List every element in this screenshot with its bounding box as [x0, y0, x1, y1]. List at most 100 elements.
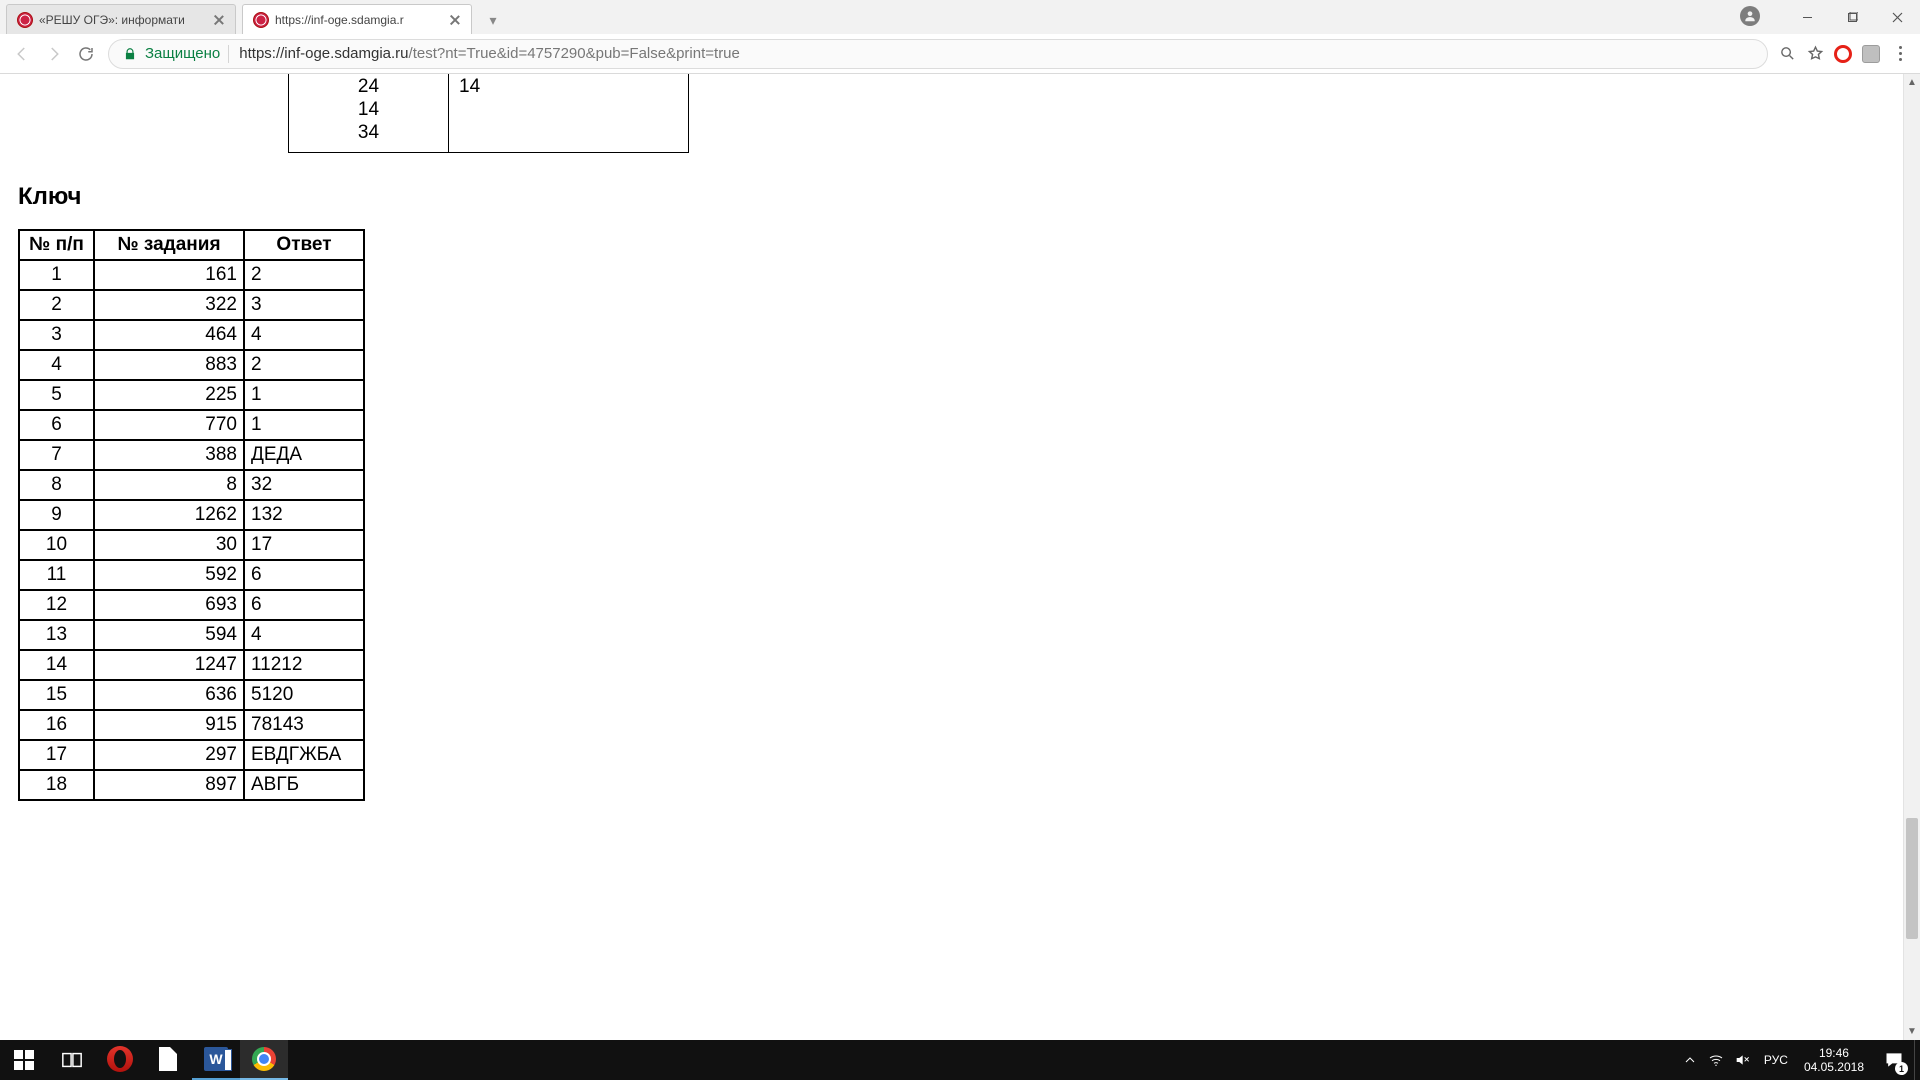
cell-task-id: 1262: [94, 500, 244, 530]
col-header-number: № п/п: [19, 230, 94, 260]
cell-answer: 32: [244, 470, 364, 500]
action-center-button[interactable]: 1: [1874, 1040, 1914, 1080]
taskbar-app-chrome[interactable]: [240, 1040, 288, 1080]
lock-icon: [123, 47, 137, 61]
taskbar-app-opera[interactable]: [96, 1040, 144, 1080]
cell-task-id: 30: [94, 530, 244, 560]
key-heading: Ключ: [18, 183, 1884, 211]
cell-task-id: 322: [94, 290, 244, 320]
volume-mute-icon[interactable]: [1734, 1052, 1750, 1068]
cell-answer: 1: [244, 410, 364, 440]
clock-time: 19:46: [1804, 1046, 1864, 1060]
vertical-scrollbar[interactable]: ▲ ▼: [1903, 74, 1920, 1040]
tab-close-icon[interactable]: [213, 14, 225, 26]
table-row: 52251: [19, 380, 364, 410]
url-path: /test?nt=True&id=4757290&pub=False&print…: [409, 45, 740, 62]
cell-task-id: 161: [94, 260, 244, 290]
secure-label: Защищено: [145, 45, 220, 62]
cell-row-number: 10: [19, 530, 94, 560]
nav-back-button[interactable]: [6, 38, 38, 70]
taskbar-app-file[interactable]: [144, 1040, 192, 1080]
close-window-button[interactable]: [1875, 0, 1920, 34]
table-row: 156365120: [19, 680, 364, 710]
browser-tab-2-active[interactable]: https://inf-oge.sdamgia.r: [242, 4, 472, 34]
start-button[interactable]: [0, 1040, 48, 1080]
wifi-icon[interactable]: [1708, 1052, 1724, 1068]
page-viewport: 24 14 34 14 Ключ № п/п № задания Ответ 1…: [0, 74, 1920, 1040]
table-row: 34644: [19, 320, 364, 350]
partial-top-table: 24 14 34 14: [288, 74, 689, 153]
notification-count-badge: 1: [1895, 1062, 1908, 1075]
opera-icon: [107, 1046, 133, 1072]
scroll-up-icon[interactable]: ▲: [1904, 74, 1920, 91]
cell-task-id: 770: [94, 410, 244, 440]
tab-1-title: «РЕШУ ОГЭ»: информати: [39, 13, 207, 27]
nav-forward-button[interactable]: [38, 38, 70, 70]
cell-row-number: 16: [19, 710, 94, 740]
extension-opera-icon[interactable]: [1830, 41, 1856, 67]
taskbar-left: W: [0, 1040, 288, 1080]
cell-row-number: 15: [19, 680, 94, 710]
scroll-down-icon[interactable]: ▼: [1904, 1023, 1920, 1040]
cell-row-number: 8: [19, 470, 94, 500]
favicon-icon: [17, 12, 33, 28]
nav-reload-button[interactable]: [70, 38, 102, 70]
cell-task-id: 897: [94, 770, 244, 800]
extension-gray-icon[interactable]: [1858, 41, 1884, 67]
cell-answer: ЕВДГЖБА: [244, 740, 364, 770]
cell-row-number: 3: [19, 320, 94, 350]
cell-answer: 4: [244, 320, 364, 350]
tab-2-title: https://inf-oge.sdamgia.r: [275, 13, 443, 27]
cell-answer: 11212: [244, 650, 364, 680]
file-icon: [159, 1047, 177, 1071]
zoom-icon[interactable]: [1774, 41, 1800, 67]
browser-tab-1[interactable]: «РЕШУ ОГЭ»: информати: [6, 4, 236, 34]
table-row: 1691578143: [19, 710, 364, 740]
table-row: 8832: [19, 470, 364, 500]
tray-chevron-up-icon[interactable]: [1682, 1052, 1698, 1068]
address-bar[interactable]: Защищено https://inf-oge.sdamgia.ru/test…: [108, 39, 1768, 69]
scroll-thumb[interactable]: [1906, 818, 1918, 939]
profile-avatar-icon[interactable]: [1740, 6, 1760, 26]
cell-task-id: 225: [94, 380, 244, 410]
cell-task-id: 636: [94, 680, 244, 710]
cell-row-number: 5: [19, 380, 94, 410]
table-row: 126936: [19, 590, 364, 620]
col-header-answer: Ответ: [244, 230, 364, 260]
browser-tabstrip: «РЕШУ ОГЭ»: информати https://inf-oge.sd…: [0, 0, 1920, 34]
taskbar-app-word[interactable]: W: [192, 1040, 240, 1080]
cell-row-number: 4: [19, 350, 94, 380]
minimize-button[interactable]: [1785, 0, 1830, 34]
cell-row-number: 13: [19, 620, 94, 650]
show-desktop-button[interactable]: [1914, 1040, 1920, 1080]
cell-task-id: 464: [94, 320, 244, 350]
cell-answer: 2: [244, 260, 364, 290]
cell-task-id: 1247: [94, 650, 244, 680]
table-row: 14124711212: [19, 650, 364, 680]
input-language-indicator[interactable]: РУС: [1758, 1053, 1794, 1067]
bookmark-star-icon[interactable]: [1802, 41, 1828, 67]
table-row: 67701: [19, 410, 364, 440]
cell-answer: 6: [244, 560, 364, 590]
cell-row-number: 2: [19, 290, 94, 320]
table-row: 17297ЕВДГЖБА: [19, 740, 364, 770]
page-content: 24 14 34 14 Ключ № п/п № задания Ответ 1…: [0, 74, 1902, 1040]
task-view-button[interactable]: [48, 1040, 96, 1080]
tab-close-icon[interactable]: [449, 14, 461, 26]
cell-task-id: 915: [94, 710, 244, 740]
table-row: 135944: [19, 620, 364, 650]
table-row: 115926: [19, 560, 364, 590]
taskbar-clock[interactable]: 19:46 04.05.2018: [1794, 1046, 1874, 1075]
cell-answer: 6: [244, 590, 364, 620]
cell-row-number: 14: [19, 650, 94, 680]
window-controls: [1785, 0, 1920, 34]
scroll-track[interactable]: [1904, 91, 1920, 1023]
browser-menu-button[interactable]: [1886, 46, 1914, 61]
maximize-button[interactable]: [1830, 0, 1875, 34]
system-tray[interactable]: [1674, 1040, 1758, 1080]
table-row: 18897АВГБ: [19, 770, 364, 800]
cell-row-number: 12: [19, 590, 94, 620]
answer-key-table: № п/п № задания Ответ 116122322334644488…: [18, 229, 365, 801]
new-tab-button[interactable]: ▾: [480, 10, 506, 30]
omnibox-separator: [228, 45, 229, 63]
